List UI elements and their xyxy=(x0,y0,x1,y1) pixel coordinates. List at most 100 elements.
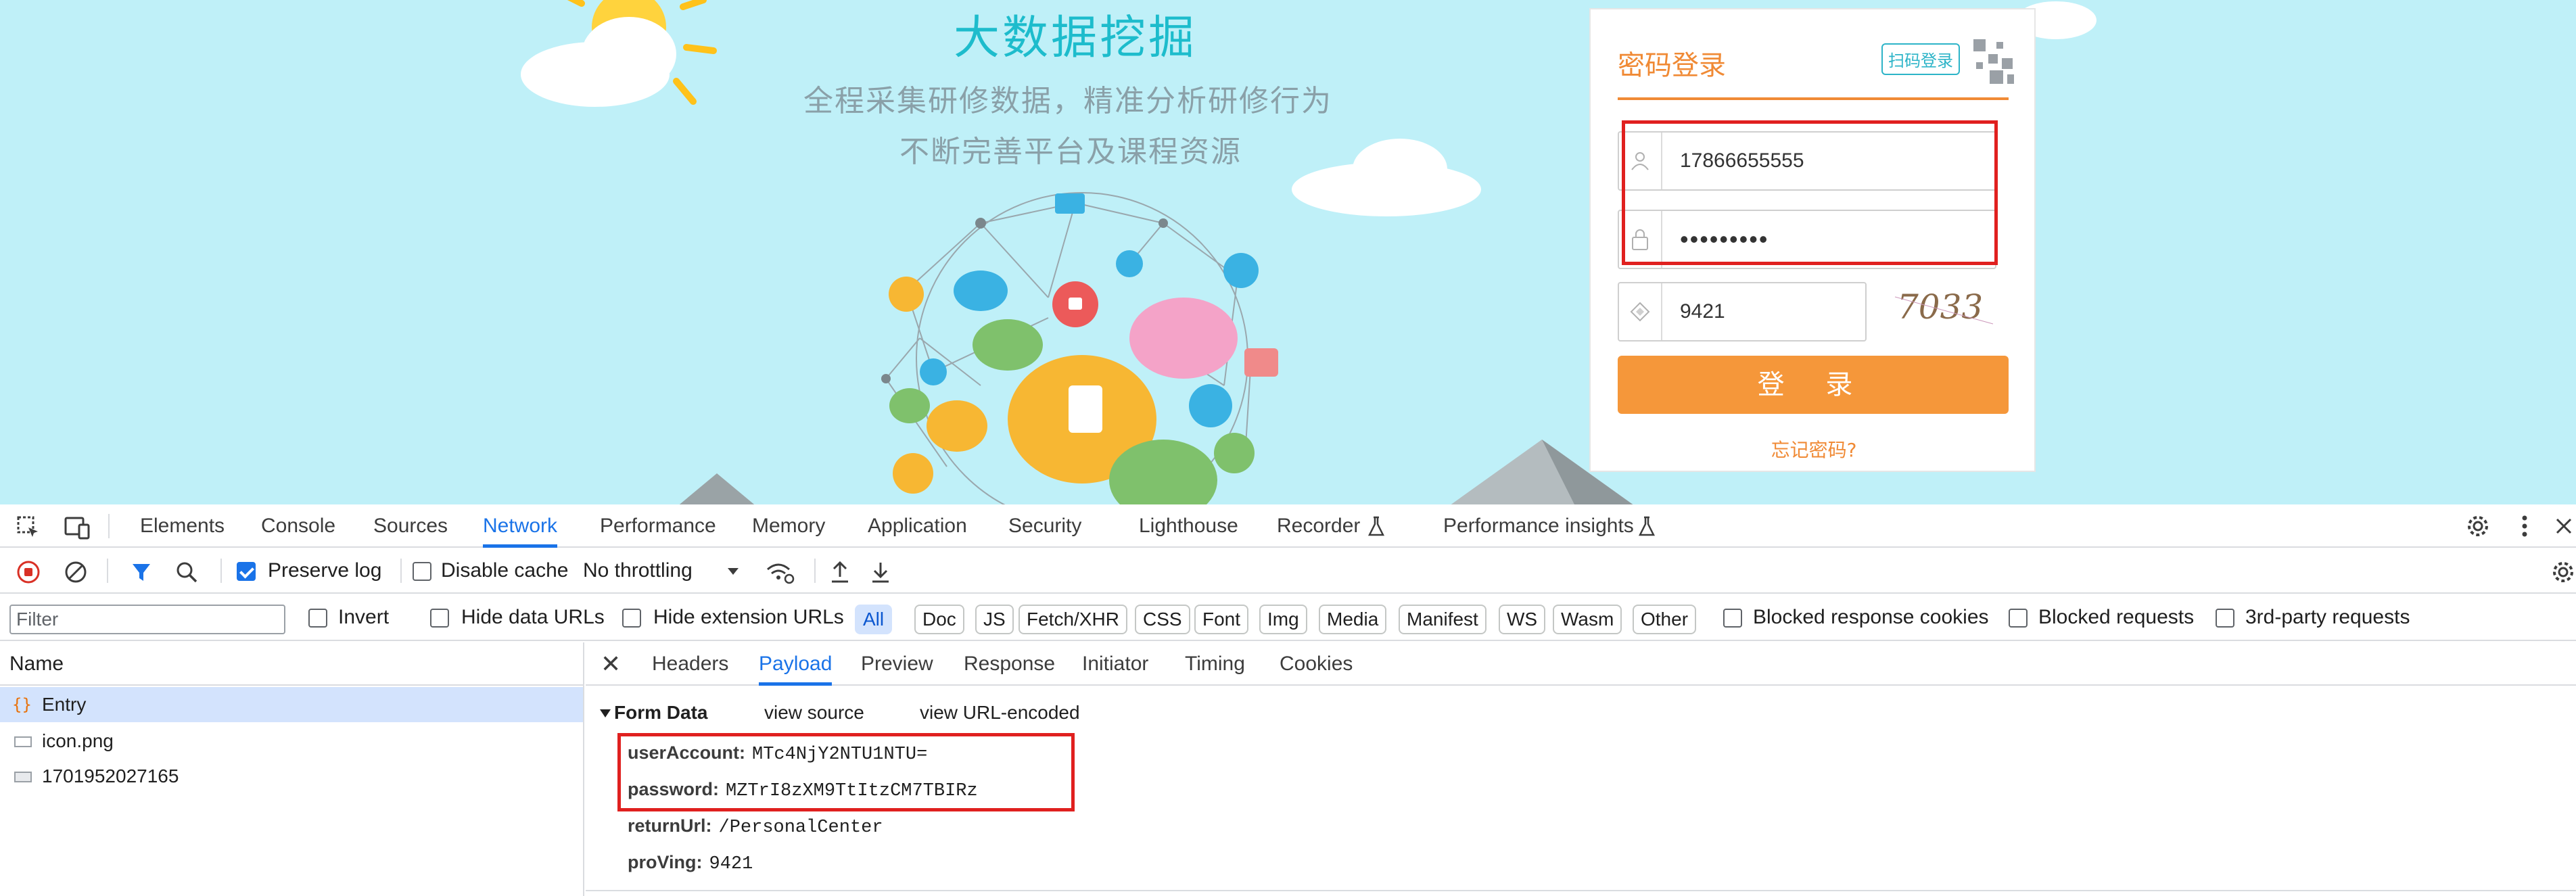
toolbar-divider xyxy=(108,514,110,538)
devtools-tab-bar: Elements Console Sources Network Perform… xyxy=(0,504,2576,548)
tab-performance-insights[interactable]: Performance insights xyxy=(1443,504,1634,548)
close-detail-icon[interactable]: ✕ xyxy=(601,642,621,686)
forgot-password-link[interactable]: 忘记密码? xyxy=(1591,435,2037,463)
image-file-icon xyxy=(14,736,32,747)
login-submit-button[interactable]: 登 录 xyxy=(1618,356,2009,414)
disable-cache-label: Disable cache xyxy=(441,559,569,582)
preserve-log-label: Preserve log xyxy=(268,559,382,582)
hero-subtitle-line2: 不断完善平台及课程资源 xyxy=(899,135,1242,169)
request-row-entry[interactable]: {} Entry xyxy=(0,687,583,722)
filter-type-other[interactable]: Other xyxy=(1633,605,1697,634)
svg-text:{}: {} xyxy=(12,695,32,714)
qr-code-icon[interactable] xyxy=(1969,35,2017,89)
request-name: Entry xyxy=(42,694,87,715)
stop-recording-icon[interactable] xyxy=(16,560,41,584)
experiment-flask-icon xyxy=(1637,514,1657,538)
tab-network[interactable]: Network xyxy=(483,504,558,548)
settings-gear-icon[interactable] xyxy=(2464,513,2491,540)
tab-memory[interactable]: Memory xyxy=(752,504,825,548)
toolbar-divider xyxy=(400,559,402,583)
blocked-requests-checkbox[interactable] xyxy=(2009,609,2028,628)
view-source-link[interactable]: view source xyxy=(764,702,864,724)
filter-type-img[interactable]: Img xyxy=(1259,605,1307,634)
field-key: proVing: xyxy=(628,852,703,872)
invert-checkbox[interactable] xyxy=(308,609,327,628)
captcha-field[interactable] xyxy=(1618,282,1867,341)
filter-type-wasm[interactable]: Wasm xyxy=(1553,605,1622,634)
field-value: 9421 xyxy=(709,854,753,874)
tab-initiator[interactable]: Initiator xyxy=(1082,642,1148,686)
disable-cache-checkbox[interactable] xyxy=(413,562,431,581)
tab-elements[interactable]: Elements xyxy=(140,504,225,548)
tab-console[interactable]: Console xyxy=(261,504,335,548)
tab-performance[interactable]: Performance xyxy=(600,504,716,548)
tab-headers[interactable]: Headers xyxy=(652,642,728,686)
network-settings-gear-icon[interactable] xyxy=(2551,559,2575,586)
experiment-flask-icon xyxy=(1366,514,1386,538)
xhr-braces-icon: {} xyxy=(12,695,32,714)
view-url-encoded-link[interactable]: view URL-encoded xyxy=(920,702,1080,724)
name-column-header[interactable]: Name xyxy=(0,642,584,686)
request-list-panel: Name {} Entry icon.png 1701952027165 xyxy=(0,642,584,896)
toolbar-divider xyxy=(814,559,816,583)
hide-extension-urls-label: Hide extension URLs xyxy=(653,606,844,628)
blocked-requests-label: Blocked requests xyxy=(2038,606,2195,628)
tab-application[interactable]: Application xyxy=(868,504,967,548)
tab-preview[interactable]: Preview xyxy=(861,642,933,686)
highlight-box-payload-credentials xyxy=(617,733,1075,811)
third-party-requests-checkbox[interactable] xyxy=(2216,609,2234,628)
request-detail-tabs: ✕ Headers Payload Preview Response Initi… xyxy=(586,642,2576,686)
tab-sources[interactable]: Sources xyxy=(373,504,448,548)
filter-type-doc[interactable]: Doc xyxy=(914,605,964,634)
filter-type-ws[interactable]: WS xyxy=(1499,605,1546,634)
captcha-input[interactable] xyxy=(1680,283,1863,340)
hide-extension-urls-checkbox[interactable] xyxy=(622,609,641,628)
filter-type-manifest[interactable]: Manifest xyxy=(1399,605,1486,634)
blocked-response-cookies-checkbox[interactable] xyxy=(1723,609,1742,628)
dropdown-arrow-icon[interactable] xyxy=(724,561,743,582)
captcha-image[interactable]: 7033 xyxy=(1892,283,2000,337)
tab-response[interactable]: Response xyxy=(964,642,1055,686)
tab-timing[interactable]: Timing xyxy=(1185,642,1245,686)
section-divider xyxy=(586,890,2576,891)
preserve-log-checkbox[interactable] xyxy=(237,562,256,581)
filter-type-font[interactable]: Font xyxy=(1194,605,1249,634)
filter-input[interactable]: Filter xyxy=(9,605,285,634)
more-options-icon[interactable] xyxy=(2514,513,2535,540)
devtools-panel: Elements Console Sources Network Perform… xyxy=(0,504,2576,896)
throttling-select[interactable]: No throttling xyxy=(583,559,693,582)
close-devtools-icon[interactable] xyxy=(2554,514,2574,538)
filter-type-css[interactable]: CSS xyxy=(1135,605,1190,634)
clear-icon[interactable] xyxy=(64,560,88,584)
filter-type-js[interactable]: JS xyxy=(975,605,1014,634)
expand-triangle-icon[interactable] xyxy=(599,709,611,718)
invert-label: Invert xyxy=(338,606,390,628)
third-party-requests-label: 3rd-party requests xyxy=(2245,606,2410,628)
filter-type-media[interactable]: Media xyxy=(1319,605,1387,634)
shield-icon xyxy=(1619,283,1662,340)
network-globe-illustration xyxy=(881,192,1278,504)
tab-cookies[interactable]: Cookies xyxy=(1280,642,1353,686)
qr-login-tab[interactable]: 扫码登录 xyxy=(1881,43,1960,75)
network-conditions-icon[interactable] xyxy=(764,559,795,586)
device-toolbar-icon[interactable] xyxy=(62,514,92,541)
request-row-icon-png[interactable]: icon.png xyxy=(0,724,583,759)
request-row-timestamp[interactable]: 1701952027165 xyxy=(0,759,583,794)
search-icon[interactable] xyxy=(174,560,199,584)
network-filter-bar: Filter Invert Hide data URLs Hide extens… xyxy=(0,595,2576,641)
filter-type-all[interactable]: All xyxy=(855,605,893,634)
import-upload-icon[interactable] xyxy=(828,559,852,586)
form-data-header[interactable]: Form Data xyxy=(614,702,707,724)
image-file-icon xyxy=(14,772,32,782)
tab-lighthouse[interactable]: Lighthouse xyxy=(1139,504,1238,548)
form-field-returnurl: returnUrl: /PersonalCenter xyxy=(628,816,883,838)
tab-payload[interactable]: Payload xyxy=(759,642,833,686)
tab-recorder[interactable]: Recorder xyxy=(1277,504,1360,548)
tab-security[interactable]: Security xyxy=(1008,504,1081,548)
filter-funnel-icon[interactable] xyxy=(130,560,153,584)
inspect-element-icon[interactable] xyxy=(15,514,42,541)
export-download-icon[interactable] xyxy=(868,559,893,586)
hide-data-urls-checkbox[interactable] xyxy=(430,609,449,628)
hero-subtitle-line1: 全程采集研修数据，精准分析研修行为 xyxy=(803,84,1332,118)
filter-type-fetch-xhr[interactable]: Fetch/XHR xyxy=(1018,605,1127,634)
